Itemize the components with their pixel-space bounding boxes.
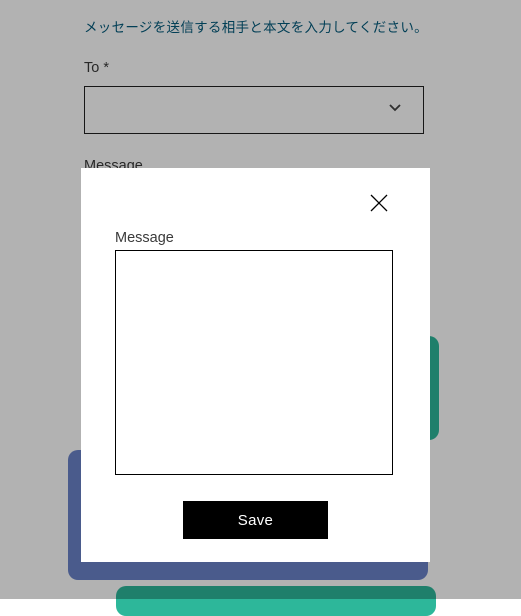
close-button[interactable] [364,190,394,220]
save-button[interactable]: Save [183,501,328,539]
message-textarea[interactable] [115,250,393,475]
close-icon [367,191,391,220]
modal-message-label: Message [115,230,174,246]
message-modal: Message Save [81,168,430,562]
